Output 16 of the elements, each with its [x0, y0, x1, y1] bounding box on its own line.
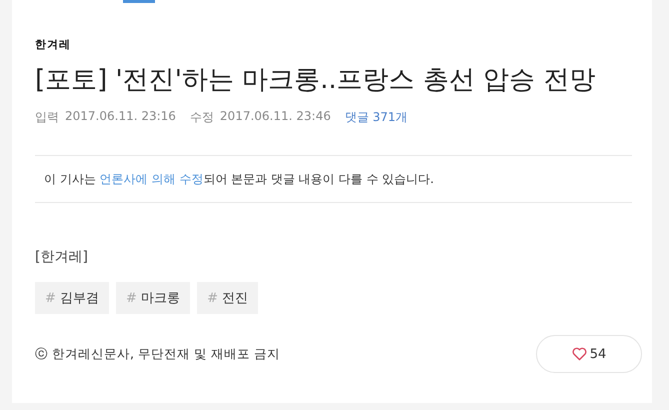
- tag-chip[interactable]: # 김부겸: [35, 282, 110, 314]
- tag-chip[interactable]: # 마크롱: [116, 282, 190, 314]
- active-tab-indicator: [123, 0, 155, 3]
- like-button[interactable]: 54: [536, 335, 642, 373]
- input-label: 입력: [35, 109, 59, 126]
- comments-link[interactable]: 댓글 371개: [344, 109, 408, 126]
- input-time: 2017.06.11. 23:16: [65, 109, 176, 125]
- edit-time: 2017.06.11. 23:46: [220, 109, 331, 125]
- body-text: [한겨레]: [35, 248, 89, 266]
- article-title: [포토] '전진'하는 마크롱..프랑스 총선 압승 전망: [35, 64, 596, 97]
- copyright-text: ⓒ 한겨레신문사, 무단전재 및 재배포 금지: [35, 346, 280, 362]
- publisher-logo: 한겨레: [35, 37, 72, 52]
- heart-icon: [572, 347, 587, 361]
- edit-label: 수정: [190, 109, 214, 126]
- notice-text: 이 기사는 언론사에 의해 수정 되어 본문과 댓글 내용이 다를 수 있습니다.: [44, 171, 435, 188]
- tag-chip[interactable]: # 전진: [197, 282, 258, 314]
